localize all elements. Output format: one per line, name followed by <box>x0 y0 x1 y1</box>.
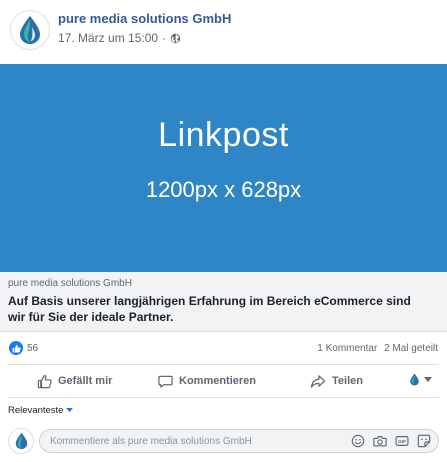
post-as-selector[interactable] <box>409 373 432 386</box>
like-count[interactable]: 56 <box>27 343 38 354</box>
caret-down-icon <box>424 376 432 382</box>
comment-button[interactable]: Kommentieren <box>158 365 256 397</box>
gif-icon[interactable]: GIF <box>394 433 410 449</box>
emoji-icon[interactable] <box>350 433 366 449</box>
comment-input[interactable] <box>50 430 340 452</box>
share-arrow-icon <box>310 374 326 388</box>
post-meta: 17. März um 15:00 · <box>58 31 181 45</box>
svg-text:GIF: GIF <box>398 439 406 445</box>
link-image-title: Linkpost <box>158 116 289 154</box>
reactions-bar: 56 1 Kommentar 2 Mal geteilt <box>0 332 447 364</box>
link-preview-info[interactable]: pure media solutions GmbH Auf Basis unse… <box>0 272 447 332</box>
link-headline: Auf Basis unserer langjährigen Erfahrung… <box>8 294 411 324</box>
comment-sort-dropdown[interactable]: Relevanteste <box>8 405 74 416</box>
actions-divider <box>8 397 439 398</box>
commenter-avatar[interactable] <box>8 428 34 454</box>
post-card: pure media solutions GmbH 17. März um 15… <box>0 0 447 462</box>
like-button[interactable]: Gefällt mir <box>37 365 112 397</box>
engagement-counts: 1 Kommentar 2 Mal geteilt <box>313 343 438 354</box>
thumbs-up-outline-icon <box>37 374 52 388</box>
post-header: pure media solutions GmbH 17. März um 15… <box>0 0 447 64</box>
comment-tools: GIF <box>350 433 432 449</box>
comment-button-label: Kommentieren <box>179 375 257 387</box>
camera-icon[interactable] <box>372 433 388 449</box>
comment-count[interactable]: 1 Kommentar <box>317 343 377 354</box>
globe-icon[interactable] <box>170 33 181 44</box>
thumbs-up-icon <box>12 344 21 352</box>
meta-separator: · <box>162 31 167 45</box>
action-bar: Gefällt mir Kommentieren Teilen <box>0 365 447 397</box>
comment-bubble-icon <box>158 375 173 388</box>
droplet-logo-icon <box>15 432 27 450</box>
droplet-logo-icon <box>20 16 40 44</box>
page-avatar[interactable] <box>10 10 50 50</box>
link-image[interactable]: Linkpost 1200px x 628px <box>0 64 447 272</box>
share-button-label: Teilen <box>332 375 363 387</box>
comment-sort-label: Relevanteste <box>8 405 64 416</box>
link-image-size: 1200px x 628px <box>145 177 302 202</box>
page-name-link[interactable]: pure media solutions GmbH <box>58 11 231 26</box>
post-timestamp[interactable]: 17. März um 15:00 <box>58 31 158 45</box>
droplet-logo-icon <box>410 373 419 386</box>
like-button-label: Gefällt mir <box>58 375 113 387</box>
comment-box: GIF <box>39 429 439 453</box>
link-domain: pure media solutions GmbH <box>8 278 132 289</box>
caret-down-icon <box>66 408 74 413</box>
share-button[interactable]: Teilen <box>310 365 363 397</box>
sticker-icon[interactable] <box>416 433 432 449</box>
comment-composer: GIF <box>0 423 447 459</box>
share-count[interactable]: 2 Mal geteilt <box>384 343 438 354</box>
like-reaction-icon[interactable] <box>9 341 23 355</box>
